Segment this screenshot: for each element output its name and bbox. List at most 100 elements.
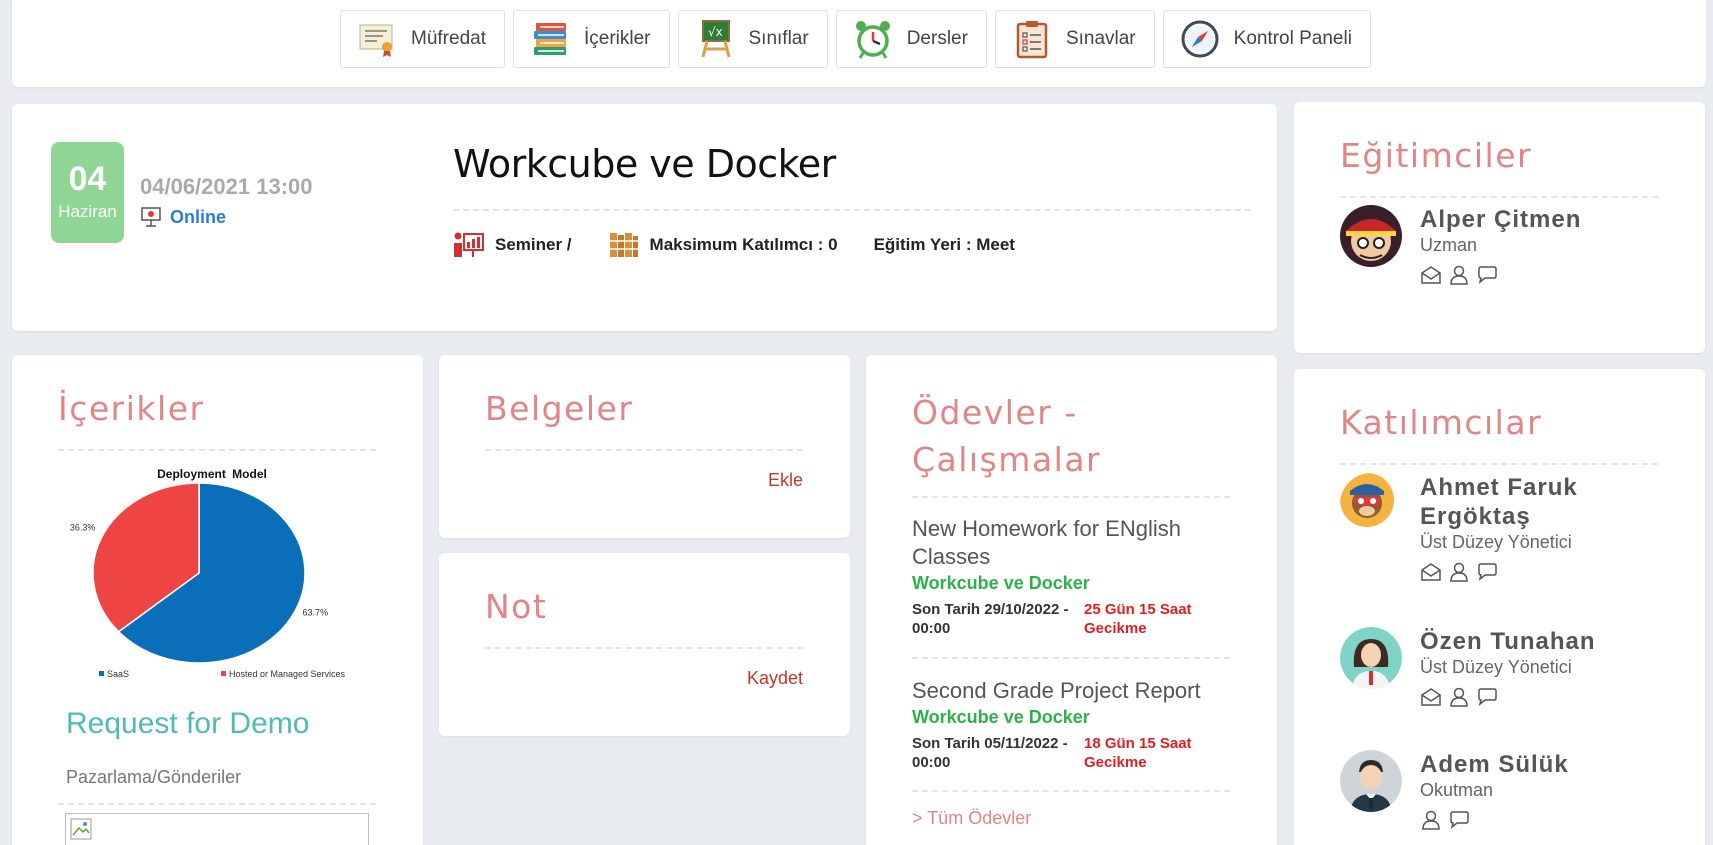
divider [912, 657, 1230, 659]
all-homework-link[interactable]: > Tüm Ödevler [912, 808, 1031, 829]
request-for-demo-link[interactable]: Request for Demo [66, 707, 309, 741]
divider [912, 496, 1230, 498]
event-day: 04 [68, 160, 107, 198]
participant-item: Adem Sülük Okutman [1340, 750, 1569, 831]
seminar-icon [454, 232, 484, 257]
person-actions [1420, 686, 1596, 708]
contents-title: İçerikler [58, 389, 205, 428]
nav-mufredat[interactable]: Müfredat [340, 10, 505, 68]
homework-deadline-row: Son Tarih 29/10/2022 -00:00 25 Gün 15 Sa… [912, 600, 1232, 638]
user-icon[interactable] [1420, 809, 1442, 831]
homework-course: Workcube ve Docker [912, 707, 1090, 727]
woman-avatar-icon [1340, 627, 1402, 689]
deployment-model-pie-chart[interactable]: Deployment Model 63.7% 36.3% SaaS Hosted o… [62, 461, 362, 687]
envelope-icon[interactable] [1420, 561, 1442, 583]
chart-title-highlight: Deployment [157, 467, 226, 481]
envelope-icon[interactable] [1420, 264, 1442, 286]
chat-bubble-icon[interactable] [1476, 561, 1498, 583]
homework-deadline: Son Tarih 29/10/2022 -00:00 [912, 601, 1069, 637]
avatar[interactable] [1340, 750, 1402, 812]
note-card: Not Kaydet [439, 553, 850, 736]
nav-label: Sınıflar [748, 28, 809, 49]
divider [485, 647, 803, 649]
homework-item[interactable]: New Homework for ENglish Classes Workcube… [912, 515, 1232, 638]
nav-sinavlar[interactable]: Sınavlar [994, 10, 1155, 68]
homework-title-text: New Homework for ENglish Classes [912, 516, 1181, 569]
chat-bubble-icon[interactable] [1476, 686, 1498, 708]
event-capacity: Maksimum Katılımcı : 0 [608, 231, 838, 259]
nav-label: İçerikler [583, 28, 651, 49]
person-role: Uzman [1420, 235, 1478, 255]
user-icon[interactable] [1448, 561, 1470, 583]
person-name: Alper Çitmen [1420, 206, 1582, 233]
divider [58, 803, 376, 805]
nav-label: Kontrol Paneli [1233, 28, 1352, 49]
person-actions [1420, 561, 1578, 583]
person-name: Ahmet Faruk Ergöktaş [1420, 474, 1578, 530]
documents-card: Belgeler Ekle [439, 355, 850, 538]
divider [912, 790, 1230, 792]
nav-icerikler[interactable]: İçerikler [512, 10, 670, 68]
chat-bubble-icon[interactable] [1476, 264, 1498, 286]
divider [1340, 463, 1658, 465]
chart-title-rest: Model [232, 467, 267, 481]
event-detail-card: 04 Haziran 04/06/2021 13:00 Online Workc… [12, 104, 1277, 331]
trainers-title: Eğitimciler [1340, 136, 1533, 175]
add-document-link[interactable]: Ekle [768, 470, 803, 491]
event-meta: Seminer / Maksimum Katılımcı : 0 Eğitim … [453, 231, 1051, 259]
participants-title: Katılımcılar [1340, 403, 1543, 442]
nav-kontrol-paneli[interactable]: Kontrol Paneli [1162, 10, 1371, 68]
person-name: Adem Sülük [1420, 751, 1569, 778]
envelope-icon[interactable] [1420, 686, 1442, 708]
event-month: Haziran [58, 202, 117, 221]
homework-title: Ödevler - Çalışmalar [912, 393, 1102, 479]
contents-card: İçerikler Deployment Model 63.7% 36.3% Sa… [12, 355, 423, 845]
nav-dersler[interactable]: Dersler [835, 10, 987, 68]
avatar[interactable] [1340, 205, 1402, 267]
monkey-avatar-icon [1340, 473, 1394, 527]
event-date-badge: 04 Haziran [51, 142, 124, 243]
chart-title: Deployment Model [157, 467, 267, 481]
nav-label: Müfredat [411, 28, 486, 49]
divider [453, 209, 1251, 211]
divider [1340, 196, 1658, 198]
event-mode: Online [140, 206, 226, 228]
note-title: Not [485, 587, 548, 626]
divider [58, 449, 376, 451]
event-datetime: 04/06/2021 13:00 [140, 174, 313, 199]
presentation-icon [141, 207, 161, 227]
legend-label: SaaS [107, 669, 129, 679]
event-location: Eğitim Yeri : Meet [874, 235, 1015, 255]
event-mode-label: Online [170, 206, 227, 227]
chalkboard-icon: √x [701, 20, 730, 58]
save-note-link[interactable]: Kaydet [747, 668, 803, 689]
broken-image-icon [70, 818, 92, 840]
homework-item[interactable]: Second Grade Project Report Workcube ve … [912, 677, 1232, 772]
content-thumbnail[interactable] [65, 813, 369, 845]
alarm-clock-icon [855, 21, 890, 59]
chat-bubble-icon[interactable] [1448, 809, 1470, 831]
event-capacity-label: Maksimum Katılımcı : 0 [649, 235, 838, 254]
legend-swatch [221, 671, 226, 676]
homework-delay: 25 Gün 15 Saat Gecikme [1084, 601, 1192, 637]
homework-card: Ödevler - Çalışmalar New Homework for ENg… [866, 355, 1277, 845]
participants-card: Katılımcılar Ahmet Faruk Ergöktaş Üst Düz… [1294, 369, 1705, 845]
legend-label: Hosted or Managed Services [229, 669, 346, 679]
nav-siniflar[interactable]: √x Sınıflar [677, 10, 828, 68]
trainer-item: Alper Çitmen Uzman [1340, 205, 1581, 286]
person-actions [1420, 264, 1581, 286]
person-actions [1420, 809, 1569, 831]
svg-text:√x: √x [708, 25, 723, 39]
homework-deadline: Son Tarih 05/11/2022 -00:00 [912, 735, 1068, 771]
avatar[interactable] [1340, 627, 1402, 689]
event-type: Seminer / [453, 231, 572, 259]
user-icon[interactable] [1448, 264, 1470, 286]
avatar[interactable] [1340, 473, 1402, 535]
books-icon [533, 23, 566, 55]
pie-data-label: 36.3% [70, 522, 96, 532]
user-icon[interactable] [1448, 686, 1470, 708]
documents-title: Belgeler [485, 389, 634, 428]
pie-legend: SaaS Hosted or Managed Services [99, 669, 346, 679]
pie-slices [92, 482, 306, 664]
event-type-label: Seminer / [495, 235, 572, 254]
